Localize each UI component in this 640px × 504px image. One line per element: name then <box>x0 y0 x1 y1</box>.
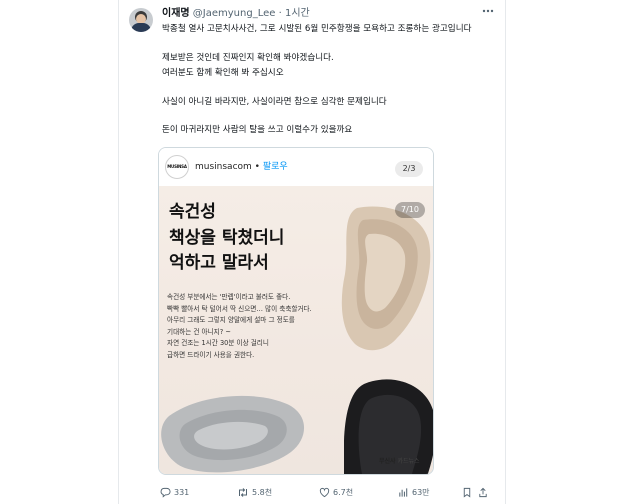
author-name[interactable]: 이재명 <box>162 8 190 19</box>
gray-sock-image <box>161 395 305 473</box>
like-icon <box>319 487 330 498</box>
tweet-line: 박종철 열사 고문치사사건, 그로 시발된 6월 민주항쟁을 모욕하고 조롱하는… <box>162 24 472 34</box>
tweet-header: 이재명 @Jaemyung_Lee · 1시간 <box>162 7 310 21</box>
views-icon <box>399 488 408 497</box>
ad-headline-line: 속건성 <box>169 202 216 222</box>
ad-caption: 무신사 카드뉴스 <box>379 456 420 465</box>
repost-icon <box>239 488 247 497</box>
tweet-line: 여러분도 함께 확인해 봐 주십시오 <box>162 68 284 78</box>
author-handle[interactable]: @Jaemyung_Lee <box>193 8 276 19</box>
like-button[interactable]: 6.7천 <box>319 486 353 500</box>
post-time[interactable]: 1시간 <box>285 8 310 19</box>
bookmark-button[interactable] <box>462 486 475 500</box>
tweet-line: 제보받은 것인데 진짜인지 확인해 봐야겠습니다. <box>162 52 334 63</box>
tweet-text: 박종철 열사 고문치사사건, 그로 시발된 6월 민주항쟁을 모욕하고 조롱하는… <box>162 22 497 139</box>
ad-text-line: 급하면 드라이기 사용을 권한다. <box>167 350 255 359</box>
embedded-account-name[interactable]: musinsacom <box>195 162 252 172</box>
ad-slide-image[interactable]: 속건성 책상을 탁쳤더니 억하고 말라서 속건성 부분에서는 '만렙'이라고 불… <box>159 186 433 474</box>
follow-link[interactable]: 팔로우 <box>263 162 288 172</box>
reply-button[interactable]: 331 <box>160 486 189 500</box>
tweet-line: 사실이 아니길 바라지만, 사실이라면 참으로 심각한 문제입니다 <box>162 96 387 107</box>
bookmark-icon <box>463 487 471 498</box>
embedded-post-card[interactable]: MUSINSA musinsacom • 팔로우 2/3 속건성 책상을 탁쳤더… <box>158 147 434 475</box>
repost-button[interactable]: 5.8천 <box>237 486 272 500</box>
share-icon <box>479 487 487 498</box>
caption-rest: 카드뉴스 <box>395 458 420 465</box>
ad-headline-line: 책상을 탁쳤더니 <box>169 227 285 248</box>
ad-text-line: 자연 건조는 1시간 30분 이상 걸리니 <box>167 339 269 347</box>
tweet-actions-bar: 331 5.8천 6.7천 63만 <box>158 486 488 500</box>
like-count: 6.7천 <box>333 488 354 497</box>
embedded-post-header: MUSINSA musinsacom • 팔로우 2/3 <box>159 148 433 186</box>
views-count: 63만 <box>412 488 430 497</box>
share-button[interactable] <box>478 486 491 500</box>
caption-brand: 무신사 <box>379 458 396 465</box>
ad-headline-line: 억하고 말라서 <box>169 253 269 273</box>
reply-icon <box>160 487 171 498</box>
views-button[interactable]: 63만 <box>398 486 430 500</box>
ad-body-text: 속건성 부분에서는 '만렙'이라고 불러도 좋다. 빡빡 빨아서 탁 털어서 딱… <box>167 292 387 361</box>
ad-text-line: 속건성 부분에서는 '만렙'이라고 불러도 좋다. <box>167 293 291 301</box>
ad-text-line: 빡빡 빨아서 탁 털어서 딱 신으면… 많이 축축할거다. <box>167 304 312 313</box>
repost-count: 5.8천 <box>252 488 273 497</box>
avatar[interactable] <box>129 8 153 32</box>
embedded-account: musinsacom • 팔로우 <box>195 159 288 172</box>
ad-headline: 속건성 책상을 탁쳤더니 억하고 말라서 <box>169 200 284 277</box>
musinsa-logo[interactable]: MUSINSA <box>165 155 189 179</box>
image-page-badge: 2/3 <box>395 161 423 177</box>
separator-dot: · <box>278 8 282 19</box>
reply-count: 331 <box>174 488 190 497</box>
ad-text-line: 기대하는 건 아니지? ~ <box>167 327 231 336</box>
tweet-line: 돈이 마귀라지만 사람의 탈을 쓰고 이럴수가 있을까요 <box>162 125 353 135</box>
avatar-body <box>131 23 151 32</box>
slide-counter: 7/10 <box>395 202 425 218</box>
ad-text-line: 아무리 그래도 그렇지 양말에게 설마 그 정도를 <box>167 316 295 324</box>
separator-dot: • <box>251 162 263 172</box>
more-horizontal-icon[interactable] <box>480 4 496 20</box>
